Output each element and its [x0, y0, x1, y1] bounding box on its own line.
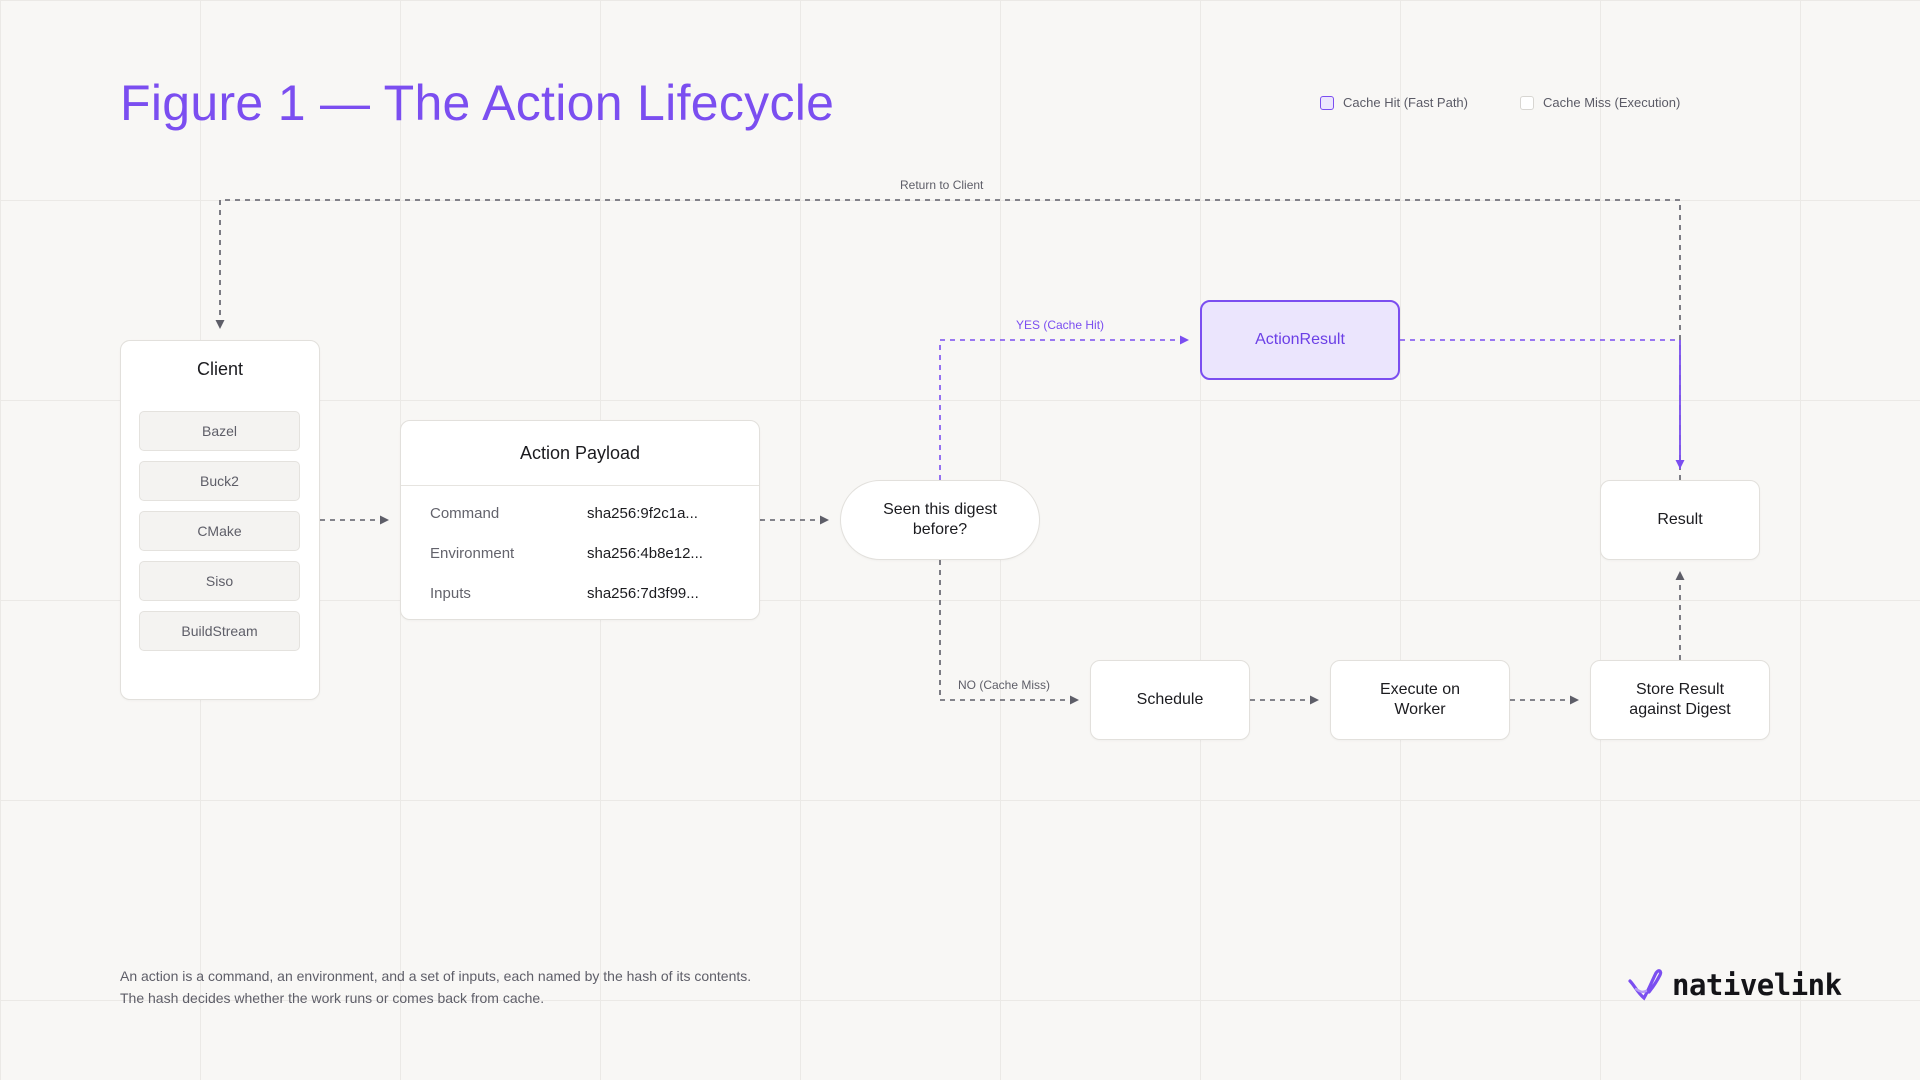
client-item-buck2: Buck2	[139, 461, 300, 501]
payload-row-command: Command sha256:9f2c1a...	[401, 505, 759, 525]
legend-swatch-miss	[1520, 95, 1534, 110]
figure-title: Figure 1 — The Action Lifecycle	[120, 75, 835, 131]
client-item-bazel: Bazel	[139, 411, 300, 451]
decision-node: Seen this digest before?	[840, 480, 1040, 560]
client-item-buildstream: BuildStream	[139, 611, 300, 651]
payload-key: Command	[430, 505, 500, 522]
edge-label-yes: YES (Cache Hit)	[1016, 318, 1105, 332]
payload-value: sha256:7d3f99...	[587, 585, 699, 602]
brand-logo: nativelink	[1626, 965, 1842, 1005]
action-payload-card: Action Payload Command sha256:9f2c1a... …	[400, 420, 760, 620]
store-line-2: against Digest	[1629, 701, 1731, 718]
legend-cache-hit: Cache Hit (Fast Path)	[1320, 95, 1468, 110]
store-node: Store Result against Digest	[1590, 660, 1770, 740]
execute-line-1: Execute on	[1379, 681, 1461, 698]
payload-divider	[401, 485, 759, 486]
edge-label-return: Return to Client	[900, 178, 984, 192]
nativelink-logo-icon	[1628, 969, 1663, 1001]
payload-row-environment: Environment sha256:4b8e12...	[401, 545, 759, 565]
client-title: Client	[196, 359, 244, 379]
payload-value: sha256:4b8e12...	[587, 545, 703, 562]
figure-caption: An action is a command, an environment, …	[120, 965, 751, 1009]
store-line-1: Store Result	[1635, 681, 1725, 698]
client-item-cmake: CMake	[139, 511, 300, 551]
legend-label-miss: Cache Miss (Execution)	[1543, 95, 1681, 110]
edge-label-no: NO (Cache Miss)	[958, 678, 1051, 692]
result-node: Result	[1600, 480, 1760, 560]
client-item-siso: Siso	[139, 561, 300, 601]
client-panel: Client Bazel Buck2 CMake Siso BuildStrea…	[120, 340, 320, 700]
payload-row-inputs: Inputs sha256:7d3f99...	[401, 585, 759, 605]
edge-yes-cache-hit	[939, 335, 1189, 480]
schedule-node: Schedule	[1090, 660, 1250, 740]
payload-value: sha256:9f2c1a...	[587, 505, 698, 522]
legend-label-hit: Cache Hit (Fast Path)	[1343, 95, 1468, 110]
action-result-node: ActionResult	[1200, 300, 1400, 380]
execute-node: Execute on Worker	[1330, 660, 1510, 740]
legend-swatch-hit	[1320, 95, 1334, 110]
payload-key: Environment	[430, 545, 515, 562]
caption-line-1: An action is a command, an environment, …	[120, 968, 752, 984]
payload-title: Action Payload	[519, 442, 641, 463]
decision-line-2: before?	[912, 521, 968, 538]
legend-cache-miss: Cache Miss (Execution)	[1520, 95, 1680, 110]
decision-line-1: Seen this digest	[883, 501, 997, 518]
payload-key: Inputs	[430, 585, 471, 602]
caption-line-2: The hash decides whether the work runs o…	[120, 990, 545, 1006]
brand-name: nativelink	[1672, 968, 1842, 1002]
execute-line-2: Worker	[1394, 701, 1446, 718]
